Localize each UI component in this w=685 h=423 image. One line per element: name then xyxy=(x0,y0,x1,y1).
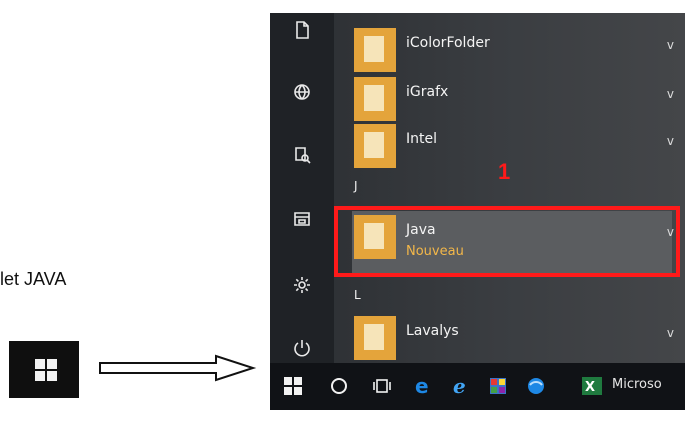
app-intel[interactable]: Intel v xyxy=(350,124,680,170)
app-name: iGrafx xyxy=(406,84,449,100)
annotation-number: 1 xyxy=(498,159,511,184)
app-lavalys[interactable]: Lavalys v xyxy=(350,316,680,362)
settings-icon[interactable] xyxy=(282,268,322,302)
chevron-down-icon[interactable]: v xyxy=(667,87,674,101)
windows-logo-icon xyxy=(35,359,57,381)
app-name: iColorFolder xyxy=(406,35,490,51)
start-left-rail xyxy=(270,13,334,363)
svg-text:e: e xyxy=(415,375,429,397)
folder-icon xyxy=(354,316,396,360)
paint-icon[interactable] xyxy=(485,373,511,399)
browser-globe-icon[interactable] xyxy=(523,373,549,399)
svg-text:e: e xyxy=(453,375,466,397)
ie-icon[interactable]: e xyxy=(448,373,474,399)
app-icolorfolder[interactable]: iColorFolder v xyxy=(350,28,680,74)
start-menu: iColorFolder v iGrafx v Intel v J Java N… xyxy=(270,13,685,410)
svg-text:X: X xyxy=(585,380,595,395)
taskbar-app-label[interactable]: Microso xyxy=(612,377,662,392)
power-icon[interactable] xyxy=(282,331,322,365)
highlight-annotation-box xyxy=(334,206,680,277)
globe-icon[interactable] xyxy=(282,75,322,109)
chevron-down-icon[interactable]: v xyxy=(667,38,674,52)
side-caption: let JAVA xyxy=(0,268,67,289)
app-name: Intel xyxy=(406,131,437,147)
cortana-circle-icon[interactable] xyxy=(326,373,352,399)
arrow-right-icon xyxy=(99,354,257,382)
task-view-icon[interactable] xyxy=(369,373,395,399)
chevron-down-icon[interactable]: v xyxy=(667,134,674,148)
letter-l[interactable]: L xyxy=(354,288,361,302)
explorer-icon[interactable] xyxy=(282,202,322,236)
app-name: Lavalys xyxy=(406,323,459,339)
document-icon[interactable] xyxy=(282,13,322,47)
folder-icon xyxy=(354,28,396,72)
windows-start-icon[interactable] xyxy=(280,373,306,399)
app-list: iColorFolder v iGrafx v Intel v J Java N… xyxy=(334,13,685,363)
excel-icon[interactable]: X xyxy=(579,373,605,399)
folder-icon xyxy=(354,77,396,121)
chevron-down-icon[interactable]: v xyxy=(667,326,674,340)
pictures-icon[interactable] xyxy=(282,138,322,172)
windows-key xyxy=(9,341,79,398)
app-igrafx[interactable]: iGrafx v xyxy=(350,77,680,123)
letter-j[interactable]: J xyxy=(354,179,358,193)
edge-icon[interactable]: e xyxy=(410,373,436,399)
taskbar: e e X Microso xyxy=(270,363,685,410)
folder-icon xyxy=(354,124,396,168)
